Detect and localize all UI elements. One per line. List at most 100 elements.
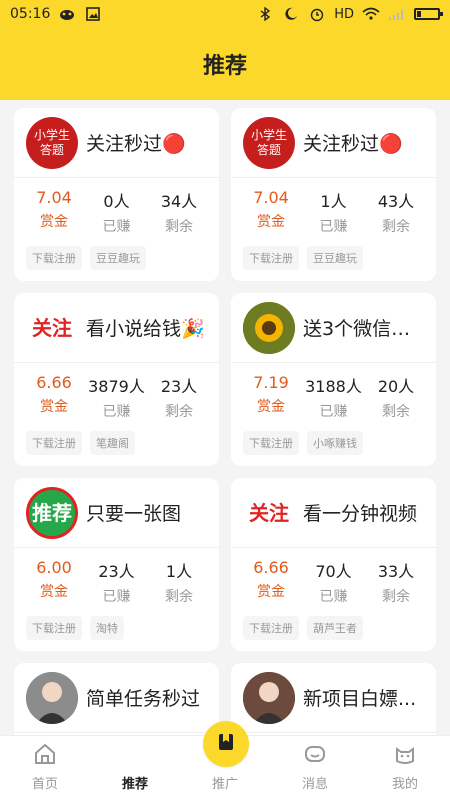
task-thumbnail: 推荐 <box>26 486 78 539</box>
task-thumbnail: 小学生 答题 <box>26 116 78 169</box>
stat-reward-label: 赏金 <box>40 584 68 600</box>
stat-earned-value: 23人 <box>98 562 135 581</box>
nav-promote-label: 推广 <box>211 777 238 792</box>
stat-reward-value: 6.66 <box>253 558 289 577</box>
page-title: 推荐 <box>202 54 247 79</box>
stat-remaining-value: 23人 <box>160 377 198 396</box>
stat-reward: 7.04 赏金 <box>24 188 84 236</box>
stat-remaining-label: 剩余 <box>382 404 410 420</box>
task-tags: 下载注册 葫芦王者 <box>231 606 436 650</box>
task-title: 送3个微信红... <box>303 318 424 340</box>
task-card[interactable]: 推荐 只要一张图 6.00 赏金 23人 已赚 1人 剩余 下载注册 淘特 <box>14 478 219 651</box>
task-list[interactable]: 小学生 答题 关注秒过🔴 7.04 赏金 0人 已赚 34人 剩余 下载注册 豆豆趣玩 小学生 答题 关注… <box>0 100 450 735</box>
wifi-icon <box>362 7 380 21</box>
task-thumbnail: 关注 <box>243 486 295 539</box>
person-photo-icon <box>26 671 78 724</box>
thumbnail-text-line: 推荐 <box>32 500 72 525</box>
task-card[interactable]: 关注 看小说给钱🎉 6.66 赏金 3879人 已赚 23人 剩余 下载注册 笔趣阁 <box>14 293 219 466</box>
task-stats: 6.66 赏金 3879人 已赚 23人 剩余 <box>14 363 219 421</box>
task-tag: 下载注册 <box>26 431 82 455</box>
recommend-fab[interactable] <box>203 721 249 767</box>
task-stats: 6.66 赏金 70人 已赚 33人 剩余 <box>231 548 436 606</box>
stat-reward: 7.19 赏金 <box>241 373 301 421</box>
task-card[interactable]: 送3个微信红... 7.19 赏金 3188人 已赚 20人剩余 下载注册 小啄赚钱 <box>231 293 436 466</box>
stat-reward-label: 赏金 <box>257 399 285 415</box>
nav-messages[interactable]: 消息 <box>270 739 360 792</box>
nav-profile[interactable]: 我的 <box>360 739 450 792</box>
moon-icon <box>282 7 300 21</box>
stat-reward-value: 6.00 <box>36 558 72 577</box>
stat-earned: 23人已赚 <box>87 558 147 606</box>
stat-remaining-value: 20人 <box>377 377 415 396</box>
stat-remaining-label: 剩余 <box>165 219 193 235</box>
stat-earned: 0人 已赚 <box>87 188 147 236</box>
stat-earned-label: 已赚 <box>102 219 131 235</box>
stat-earned-label: 已赚 <box>319 219 348 235</box>
nav-home-label: 首页 <box>31 777 58 792</box>
task-stats: 7.04 赏金 0人 已赚 34人 剩余 <box>14 178 219 236</box>
thumbnail-text: 关注 <box>249 501 289 525</box>
stat-earned-value: 3879人 <box>88 377 145 396</box>
stat-remaining-value: 43人 <box>377 192 415 211</box>
task-tag: 淘特 <box>90 616 124 640</box>
task-thumbnail: 小学生 答题 <box>243 116 295 169</box>
home-icon <box>30 739 60 769</box>
task-card-header: 小学生 答题 关注秒过🔴 <box>231 108 436 178</box>
thumbnail-text-line: 答题 <box>39 142 64 157</box>
task-stats: 6.00 赏金 23人 已赚 1人 剩余 <box>14 548 219 606</box>
status-time: 05:16 <box>10 6 51 22</box>
status-left: 05:16 <box>10 6 102 22</box>
task-tag: 下载注册 <box>26 246 82 270</box>
stat-reward: 6.00 赏金 <box>24 558 84 606</box>
task-tag: 下载注册 <box>243 431 299 455</box>
task-card[interactable]: 小学生 答题 关注秒过🔴 7.04 赏金 1人 已赚 43人 剩余 下载注册 豆豆趣玩 <box>231 108 436 281</box>
nav-recommend[interactable]: 推荐 <box>90 721 249 792</box>
stat-reward-value: 7.04 <box>36 188 72 207</box>
image-icon <box>84 7 102 21</box>
task-tags: 下载注册 豆豆趣玩 <box>14 236 219 280</box>
task-card[interactable]: 简单任务秒过 <box>14 663 219 735</box>
thumbnail-text-line: 小学生 <box>250 128 287 143</box>
stat-reward-value: 7.19 <box>253 373 289 392</box>
thumbnail-text: 关注 <box>32 316 72 340</box>
sunflower-photo-icon <box>243 301 295 354</box>
thumbnail-text: 小学生 答题 <box>251 128 287 157</box>
stat-earned: 3188人 已赚 <box>304 373 364 421</box>
bottom-nav: 首页 推荐 推广 消息 我的 <box>0 721 450 800</box>
thumbnail-text-line: 关注 <box>32 315 72 340</box>
bookmark-icon <box>215 731 237 757</box>
task-tag: 葫芦王者 <box>307 616 363 640</box>
stat-remaining: 34人 剩余 <box>149 188 209 236</box>
task-card-header: 关注 看一分钟视频 <box>231 478 436 548</box>
stat-remaining: 23人剩余 <box>149 373 209 421</box>
signal-icon <box>388 7 406 21</box>
stat-remaining-value: 1人 <box>165 562 193 581</box>
stat-remaining-label: 剩余 <box>165 404 193 420</box>
task-title: 关注秒过🔴 <box>86 133 186 155</box>
task-tag: 下载注册 <box>243 616 299 640</box>
thumbnail-text-line: 答题 <box>256 142 281 157</box>
stat-earned-label: 已赚 <box>319 404 348 420</box>
task-thumbnail: 关注 <box>26 301 78 354</box>
stat-reward-label: 赏金 <box>257 584 285 600</box>
stat-remaining-value: 33人 <box>377 562 415 581</box>
task-tags: 下载注册 笔趣阁 <box>14 421 219 465</box>
task-tag: 豆豆趣玩 <box>307 246 363 270</box>
task-card[interactable]: 小学生 答题 关注秒过🔴 7.04 赏金 0人 已赚 34人 剩余 下载注册 豆豆趣玩 <box>14 108 219 281</box>
task-tags: 下载注册 小啄赚钱 <box>231 421 436 465</box>
person-photo-icon <box>243 671 295 724</box>
task-tag: 笔趣阁 <box>90 431 135 455</box>
task-title: 看一分钟视频 <box>303 503 418 525</box>
thumbnail-text-line: 小学生 <box>33 128 70 143</box>
status-right: HD <box>256 7 443 22</box>
task-card[interactable]: 关注 看一分钟视频 6.66 赏金 70人 已赚 33人 剩余 下载注册 葫芦王者 <box>231 478 436 651</box>
task-card[interactable]: 新项目白嫖... <box>231 663 436 735</box>
task-tag: 下载注册 <box>26 616 82 640</box>
alarm-icon <box>308 7 326 22</box>
stat-remaining-label: 剩余 <box>382 219 410 235</box>
stat-earned-label: 已赚 <box>102 589 131 605</box>
stat-reward-label: 赏金 <box>257 214 285 230</box>
nav-profile-label: 我的 <box>391 777 418 792</box>
stat-earned-value: 70人 <box>315 562 352 581</box>
nav-home[interactable]: 首页 <box>0 739 90 792</box>
